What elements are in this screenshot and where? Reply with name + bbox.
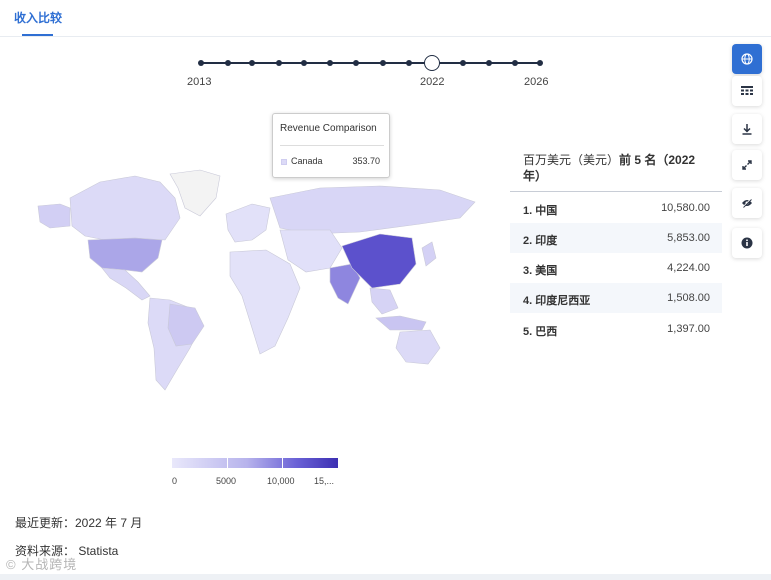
- tooltip-title: Revenue Comparison: [280, 123, 377, 134]
- timeline-selected-label: 2022: [420, 76, 445, 88]
- top5-row-value: 1,508.00: [667, 292, 710, 304]
- top5-row: 3. 美国 4,224.00: [510, 253, 722, 283]
- download-button[interactable]: [732, 114, 762, 144]
- top5-title: 百万美元（美元）前 5 名（2022 年）: [523, 152, 713, 184]
- map-region-europe[interactable]: [225, 203, 271, 243]
- tooltip-country: Canada: [291, 156, 323, 166]
- top5-row-value: 1,397.00: [667, 323, 710, 335]
- timeline-dot[interactable]: [225, 60, 231, 66]
- expand-icon: [742, 160, 752, 170]
- top5-row-label: 2. 印度: [523, 235, 558, 247]
- map-region-japan[interactable]: [421, 241, 437, 267]
- map-region-australia[interactable]: [395, 329, 441, 365]
- tab-underline: [22, 34, 53, 36]
- year-timeline[interactable]: 2013 2022 2026: [187, 50, 560, 90]
- tooltip-swatch: [281, 159, 287, 165]
- map-region-southeast-asia[interactable]: [369, 287, 399, 315]
- table-icon: [741, 86, 753, 95]
- timeline-dot[interactable]: [327, 60, 333, 66]
- timeline-start-label: 2013: [187, 76, 212, 88]
- top5-divider: [510, 191, 722, 192]
- top5-row: 2. 印度 5,853.00: [510, 223, 722, 253]
- table-view-button[interactable]: [732, 76, 762, 106]
- map-region-russia[interactable]: [269, 185, 476, 235]
- map-region-mexico[interactable]: [101, 267, 151, 301]
- tooltip-value: 353.70: [352, 156, 380, 166]
- timeline-end-label: 2026: [524, 76, 549, 88]
- hide-button[interactable]: [732, 188, 762, 218]
- top5-title-unit: 百万美元（美元）: [523, 153, 620, 167]
- timeline-dot[interactable]: [301, 60, 307, 66]
- tab-revenue-comparison[interactable]: 收入比较: [14, 9, 62, 26]
- top5-row: 5. 巴西 1,397.00: [510, 314, 722, 344]
- info-button[interactable]: [732, 228, 762, 258]
- map-region-alaska[interactable]: [37, 203, 71, 229]
- top5-row-value: 10,580.00: [661, 202, 710, 214]
- timeline-dot[interactable]: [512, 60, 518, 66]
- timeline-handle[interactable]: [424, 55, 440, 71]
- legend-label: 10,000: [267, 476, 295, 486]
- info-icon: [741, 237, 753, 249]
- top5-row: 4. 印度尼西亚 1,508.00: [510, 283, 722, 313]
- map-region-indonesia[interactable]: [375, 315, 427, 331]
- download-icon: [742, 123, 752, 135]
- map-region-africa[interactable]: [229, 249, 301, 355]
- bottom-rule: [0, 574, 771, 580]
- legend-tick: [282, 458, 283, 468]
- hide-icon: [742, 198, 752, 208]
- map-tooltip: Revenue Comparison Canada 353.70: [272, 113, 390, 178]
- top5-row-label: 3. 美国: [523, 265, 558, 277]
- map-view-button[interactable]: [732, 44, 762, 74]
- map-region-brazil[interactable]: [167, 303, 205, 347]
- timeline-dot[interactable]: [380, 60, 386, 66]
- timeline-dot[interactable]: [198, 60, 204, 66]
- timeline-dot[interactable]: [406, 60, 412, 66]
- last-updated: 最近更新：2022 年 7 月: [15, 516, 143, 530]
- legend-label: 0: [172, 476, 178, 486]
- color-legend: 0 5000 10,000 15,...: [172, 458, 342, 488]
- timeline-dot[interactable]: [460, 60, 466, 66]
- timeline-dot[interactable]: [353, 60, 359, 66]
- timeline-dot[interactable]: [249, 60, 255, 66]
- world-map[interactable]: [30, 168, 485, 393]
- top5-row: 1. 中国 10,580.00: [510, 193, 722, 223]
- map-region-usa[interactable]: [87, 237, 163, 273]
- top5-row-label: 4. 印度尼西亚: [523, 295, 591, 307]
- tooltip-divider: [280, 145, 384, 146]
- legend-gradient: [172, 458, 338, 468]
- legend-label: 15,...: [314, 476, 335, 486]
- fullscreen-button[interactable]: [732, 150, 762, 180]
- map-region-canada[interactable]: [69, 175, 181, 241]
- timeline-dot[interactable]: [537, 60, 543, 66]
- top5-row-value: 4,224.00: [667, 262, 710, 274]
- watermark: © 大战跨境: [6, 557, 78, 572]
- tab-bar: 收入比较: [0, 0, 771, 37]
- timeline-dot[interactable]: [486, 60, 492, 66]
- top5-row-label: 5. 巴西: [523, 326, 558, 338]
- globe-icon: [741, 53, 753, 65]
- top5-row-value: 5,853.00: [667, 232, 710, 244]
- timeline-dot[interactable]: [276, 60, 282, 66]
- top5-row-label: 1. 中国: [523, 205, 558, 217]
- legend-label: 5000: [216, 476, 237, 486]
- legend-tick: [227, 458, 228, 468]
